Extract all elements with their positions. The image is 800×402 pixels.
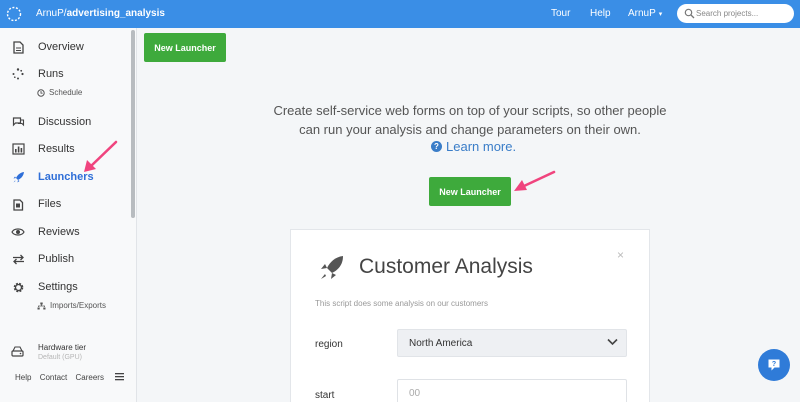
question-circle-icon: ?	[431, 141, 442, 152]
chart-icon	[11, 142, 25, 156]
sidebar-item-label: Overview	[38, 41, 84, 53]
help-chat-button[interactable]: ?	[758, 349, 790, 381]
start-input-placeholder: 00	[409, 388, 421, 399]
region-label: region	[315, 339, 343, 350]
sidebar-item-label: Reviews	[38, 226, 80, 238]
footer-contact-link[interactable]: Contact	[40, 373, 68, 382]
clock-icon	[37, 88, 45, 97]
sidebar-item-overview[interactable]: Overview	[0, 36, 130, 58]
gear-icon	[11, 280, 25, 294]
nav-tour-link[interactable]: Tour	[551, 8, 570, 19]
nav-help-link[interactable]: Help	[590, 8, 611, 19]
domino-logo-icon[interactable]	[5, 5, 23, 23]
sitemap-icon	[37, 302, 46, 309]
new-launcher-button-center[interactable]: New Launcher	[429, 177, 511, 206]
annotation-arrow-icon	[84, 140, 118, 172]
sidebar-subitem-imports-exports[interactable]: Imports/Exports	[37, 301, 106, 310]
hamburger-menu-icon[interactable]	[115, 372, 124, 381]
user-name: ArnuP	[628, 8, 656, 19]
footer-help-link[interactable]: Help	[15, 373, 31, 382]
arrows-icon	[11, 252, 25, 266]
hard-drive-icon	[11, 346, 24, 357]
chevron-down-icon	[607, 338, 618, 346]
sidebar-item-reviews[interactable]: Reviews	[0, 221, 130, 243]
sidebar-subitem-label: Imports/Exports	[50, 301, 107, 310]
sidebar-item-discussion[interactable]: Discussion	[0, 111, 130, 133]
eye-icon	[11, 225, 25, 239]
project-name[interactable]: advertising_analysis	[67, 8, 165, 19]
region-selected-value: North America	[409, 338, 473, 349]
sidebar-item-label: Runs	[38, 68, 64, 80]
sidebar-subitem-label: Schedule	[49, 88, 83, 97]
search-input[interactable]	[696, 7, 788, 20]
annotation-arrow-icon	[514, 170, 556, 191]
start-label: start	[315, 390, 335, 401]
sidebar-footer: Help Contact Careers	[15, 373, 110, 382]
project-search[interactable]	[677, 4, 794, 23]
user-menu[interactable]: ArnuP ▾	[628, 8, 662, 19]
sidebar: Overview Runs Schedule Discussion Result…	[0, 28, 137, 402]
learn-more-label: Learn more.	[446, 139, 517, 154]
rocket-icon	[11, 170, 25, 184]
chevron-down-icon: ▾	[658, 11, 663, 18]
document-icon	[11, 40, 25, 54]
intro-line-2: can run your analysis and change paramet…	[299, 122, 641, 137]
svg-text:?: ?	[772, 361, 776, 368]
new-launcher-button-top[interactable]: New Launcher	[144, 33, 226, 62]
chat-question-icon: ?	[768, 359, 780, 371]
search-icon	[684, 8, 695, 19]
hardware-tier-value[interactable]: Default (GPU)	[38, 354, 82, 361]
top-bar: ArnuP/advertising_analysis Tour Help Arn…	[0, 0, 800, 28]
sidebar-item-settings[interactable]: Settings	[0, 276, 130, 298]
learn-more-link[interactable]: ? Learn more.	[431, 139, 516, 154]
project-owner[interactable]: ArnuP/	[36, 8, 67, 19]
sidebar-item-label: Discussion	[38, 116, 92, 128]
sidebar-item-label: Results	[38, 143, 75, 155]
launcher-title: Customer Analysis	[359, 255, 533, 278]
spinner-icon	[11, 67, 25, 81]
start-input[interactable]: 00	[397, 379, 627, 402]
sidebar-item-runs[interactable]: Runs	[0, 63, 130, 85]
launchers-intro-text: Create self-service web forms on top of …	[160, 101, 780, 139]
region-select[interactable]: North America	[397, 329, 627, 357]
sidebar-item-label: Publish	[38, 253, 75, 265]
intro-line-1: Create self-service web forms on top of …	[273, 103, 667, 118]
launcher-description: This script does some analysis on our cu…	[315, 299, 488, 308]
chat-icon	[11, 115, 25, 129]
rocket-icon	[321, 256, 343, 279]
sidebar-item-label: Files	[38, 198, 62, 210]
files-icon	[11, 197, 25, 211]
sidebar-item-files[interactable]: Files	[0, 193, 130, 215]
sidebar-scrollbar[interactable]	[131, 30, 135, 218]
sidebar-item-label: Settings	[38, 281, 78, 293]
close-icon[interactable]: ×	[617, 248, 624, 262]
hardware-tier-label: Hardware tier	[38, 343, 87, 352]
sidebar-item-publish[interactable]: Publish	[0, 248, 130, 270]
footer-careers-link[interactable]: Careers	[76, 373, 104, 382]
sidebar-subitem-schedule[interactable]: Schedule	[37, 88, 82, 97]
project-breadcrumb[interactable]: ArnuP/advertising_analysis	[36, 8, 165, 19]
launcher-preview-card: × Customer Analysis This script does som…	[290, 229, 650, 402]
